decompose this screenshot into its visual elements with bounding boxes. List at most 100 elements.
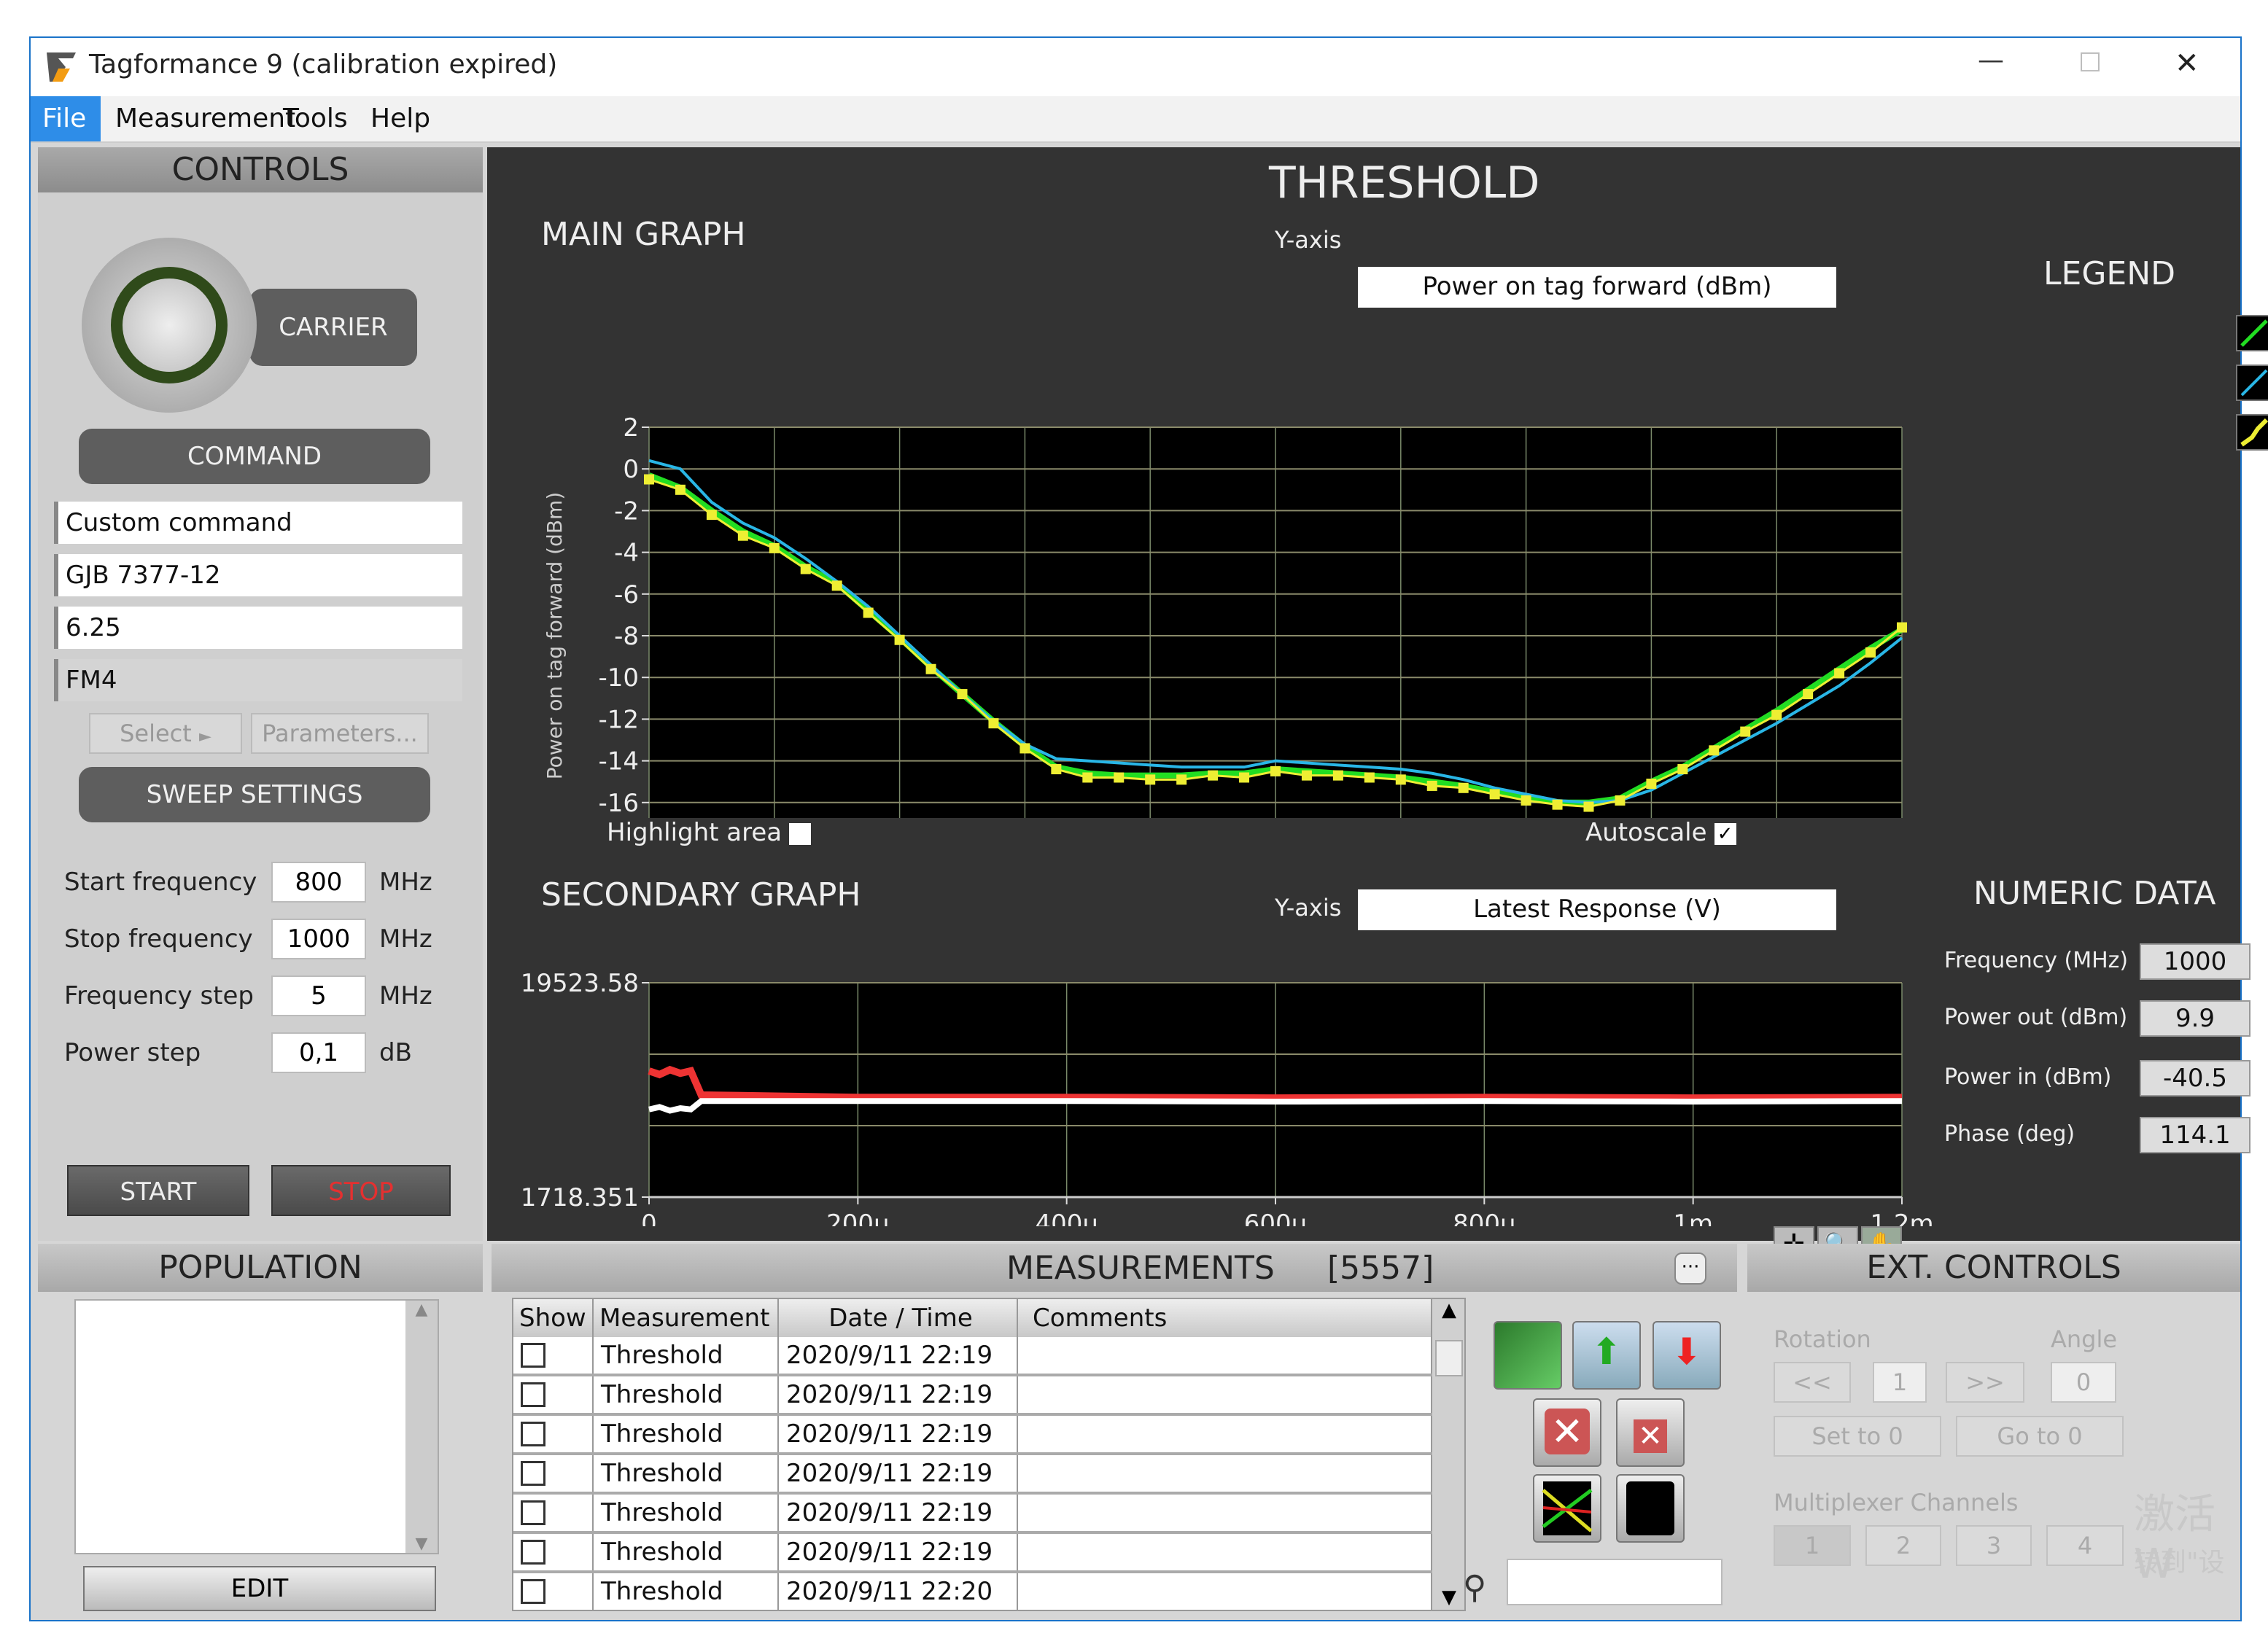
sweep-row-label: Power step bbox=[64, 1038, 201, 1067]
table-row[interactable]: Threshold 2020/9/11 22:19 bbox=[513, 1337, 1432, 1376]
sweep-settings-button[interactable]: SWEEP SETTINGS bbox=[79, 767, 430, 822]
show-checkbox[interactable] bbox=[521, 1461, 545, 1486]
data-point bbox=[706, 510, 717, 521]
maximize-button[interactable]: ☐ bbox=[2078, 48, 2102, 78]
channel-4-button[interactable]: 4 bbox=[2046, 1525, 2124, 1566]
sweep-row-input[interactable]: 800 bbox=[271, 862, 366, 903]
comments-cell[interactable] bbox=[1018, 1416, 1432, 1452]
export-graph-button[interactable] bbox=[1494, 1321, 1562, 1390]
sweep-row-unit: MHz bbox=[379, 981, 432, 1010]
y-tick-label: 1718.351 bbox=[521, 1183, 639, 1212]
scroll-thumb[interactable] bbox=[1435, 1340, 1463, 1376]
sweep-row-label: Stop frequency bbox=[64, 924, 253, 954]
table-row[interactable]: Threshold 2020/9/11 22:19 bbox=[513, 1534, 1432, 1573]
show-checkbox[interactable] bbox=[521, 1343, 545, 1368]
population-list[interactable]: ▲ ▼ bbox=[74, 1299, 439, 1554]
scroll-up-icon[interactable]: ▲ bbox=[405, 1301, 438, 1319]
main-graph[interactable]: 800820840860880900920940960980100020-2-4… bbox=[487, 264, 1946, 818]
y-tick-label: -8 bbox=[614, 622, 639, 651]
comments-cell[interactable] bbox=[1018, 1337, 1432, 1374]
rotate-back-button[interactable]: << bbox=[1774, 1362, 1851, 1403]
channel-3-button[interactable]: 3 bbox=[1956, 1525, 2032, 1566]
table-row[interactable]: Threshold 2020/9/11 22:19 bbox=[513, 1376, 1432, 1416]
main-graph-title: MAIN GRAPH bbox=[541, 216, 746, 253]
value-input[interactable]: 6.25 bbox=[54, 607, 462, 649]
set-to-zero-button[interactable]: Set to 0 bbox=[1774, 1416, 1941, 1457]
table-row[interactable]: Threshold 2020/9/11 22:19 bbox=[513, 1416, 1432, 1455]
encoding-field[interactable]: FM4 bbox=[54, 659, 462, 701]
table-scrollbar[interactable]: ▲ ▼ bbox=[1432, 1299, 1464, 1610]
sweep-row-input[interactable]: 5 bbox=[271, 975, 366, 1016]
column-header-measurement[interactable]: Measurement bbox=[594, 1299, 779, 1337]
numeric-label: Power in (dBm) bbox=[1944, 1064, 2112, 1090]
y-tick-label: -10 bbox=[598, 663, 639, 693]
menu-help[interactable]: Help bbox=[359, 96, 442, 141]
scroll-down-icon[interactable]: ▼ bbox=[1432, 1586, 1464, 1608]
angle-value[interactable]: 0 bbox=[2051, 1362, 2116, 1403]
legend-series-3-icon[interactable] bbox=[2236, 414, 2268, 451]
edit-button[interactable]: EDIT bbox=[83, 1566, 436, 1611]
command-button[interactable]: COMMAND bbox=[79, 429, 430, 484]
highlight-area-toggle[interactable]: Highlight area bbox=[607, 818, 812, 847]
sweep-row-input[interactable]: 1000 bbox=[271, 919, 366, 959]
legend-series-1-icon[interactable] bbox=[2236, 315, 2268, 351]
rotate-forward-button[interactable]: >> bbox=[1946, 1362, 2024, 1403]
parameters-button[interactable]: Parameters... bbox=[251, 713, 429, 754]
command-input[interactable]: Custom command bbox=[54, 502, 462, 544]
rotation-value[interactable]: 1 bbox=[1873, 1362, 1927, 1403]
scroll-up-icon[interactable]: ▲ bbox=[1432, 1299, 1464, 1321]
y-tick-label: -2 bbox=[614, 496, 639, 526]
start-button[interactable]: START bbox=[67, 1165, 249, 1216]
carrier-button[interactable]: CARRIER bbox=[249, 289, 417, 366]
highlight-area-checkbox[interactable] bbox=[789, 822, 812, 845]
stop-button[interactable]: STOP bbox=[271, 1165, 451, 1216]
channel-2-button[interactable]: 2 bbox=[1865, 1525, 1941, 1566]
delete-all-button[interactable]: ✕ bbox=[1616, 1398, 1685, 1467]
show-checkbox[interactable] bbox=[521, 1540, 545, 1565]
show-checkbox[interactable] bbox=[521, 1500, 545, 1525]
comments-cell[interactable] bbox=[1018, 1534, 1432, 1570]
menu-file[interactable]: File bbox=[31, 96, 101, 141]
more-options-button[interactable]: ··· bbox=[1674, 1253, 1706, 1285]
export-arrow-down-icon[interactable]: ⬇ bbox=[1653, 1321, 1721, 1390]
comments-cell[interactable] bbox=[1018, 1573, 1432, 1610]
autoscale-toggle[interactable]: Autoscale ✓ bbox=[1585, 818, 1736, 847]
select-button[interactable]: Select ► bbox=[89, 713, 242, 754]
go-to-zero-button[interactable]: Go to 0 bbox=[1956, 1416, 2124, 1457]
show-checkbox[interactable] bbox=[521, 1579, 545, 1604]
data-point bbox=[1426, 780, 1437, 791]
data-point bbox=[1082, 772, 1093, 783]
standard-input[interactable]: GJB 7377-12 bbox=[54, 554, 462, 596]
table-row[interactable]: Threshold 2020/9/11 22:19 bbox=[513, 1455, 1432, 1495]
data-point bbox=[800, 564, 811, 574]
carrier-knob[interactable] bbox=[82, 238, 257, 413]
comments-cell[interactable] bbox=[1018, 1376, 1432, 1413]
table-row[interactable]: Threshold 2020/9/11 22:20 bbox=[513, 1573, 1432, 1610]
secondary-graph[interactable]: 0200u400u600u800u1m1.2m19523.581718.351T… bbox=[487, 920, 1946, 1226]
import-arrow-up-icon[interactable]: ⬆ bbox=[1572, 1321, 1641, 1390]
legend-series-2-icon[interactable] bbox=[2236, 365, 2268, 401]
show-curves-button[interactable] bbox=[1533, 1474, 1601, 1543]
delete-button[interactable]: ✕ bbox=[1533, 1398, 1601, 1467]
column-header-show[interactable]: Show bbox=[513, 1299, 594, 1337]
autoscale-checkbox[interactable]: ✓ bbox=[1714, 822, 1736, 845]
data-point bbox=[925, 663, 936, 674]
menu-tools[interactable]: Tools bbox=[271, 96, 360, 141]
y-tick-label: -12 bbox=[598, 705, 639, 734]
scroll-down-icon[interactable]: ▼ bbox=[405, 1535, 438, 1553]
channel-1-button[interactable]: 1 bbox=[1774, 1525, 1851, 1566]
clear-graph-button[interactable] bbox=[1616, 1474, 1685, 1543]
column-header-comments[interactable]: Comments bbox=[1018, 1299, 1432, 1337]
close-button[interactable]: ✕ bbox=[2175, 47, 2199, 80]
measurement-search-input[interactable] bbox=[1507, 1559, 1723, 1605]
population-scrollbar[interactable]: ▲ ▼ bbox=[405, 1301, 438, 1553]
show-checkbox[interactable] bbox=[521, 1422, 545, 1446]
column-header-datetime[interactable]: Date / Time bbox=[779, 1299, 1018, 1337]
table-row[interactable]: Threshold 2020/9/11 22:19 bbox=[513, 1495, 1432, 1534]
comments-cell[interactable] bbox=[1018, 1495, 1432, 1531]
numeric-value: 114.1 bbox=[2140, 1117, 2250, 1153]
minimize-button[interactable]: — bbox=[1978, 45, 2004, 75]
sweep-row-input[interactable]: 0,1 bbox=[271, 1032, 366, 1073]
comments-cell[interactable] bbox=[1018, 1455, 1432, 1492]
show-checkbox[interactable] bbox=[521, 1382, 545, 1407]
